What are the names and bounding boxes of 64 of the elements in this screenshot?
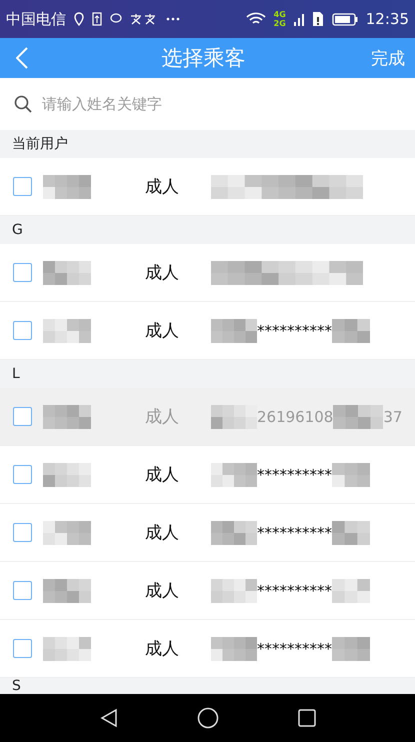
signal-icon: [294, 12, 304, 26]
battery-icon: [332, 12, 358, 26]
id-number-text: **********: [257, 524, 332, 542]
page-title: 选择乘客: [160, 45, 246, 72]
pixelated-drawing: [332, 462, 370, 486]
location-icon: [74, 12, 84, 26]
pixelated-drawing: [211, 318, 257, 342]
passenger-type: 成人: [145, 262, 180, 284]
search-icon: [14, 95, 32, 113]
carrier-name: 中国电信: [6, 10, 66, 28]
checkbox[interactable]: [13, 581, 32, 600]
notification-icon: [92, 12, 102, 26]
pixelated-drawing: [43, 260, 91, 284]
checkbox[interactable]: [13, 639, 32, 658]
id-number-text: 37: [383, 408, 402, 426]
id-number-text: **********: [257, 322, 332, 340]
passenger-type: 成人: [145, 522, 180, 544]
recent-apps-icon[interactable]: [298, 709, 316, 727]
wifi-icon: [246, 12, 266, 26]
passenger-type: 成人: [145, 176, 180, 198]
network-label: 4G: [274, 10, 286, 19]
checkbox[interactable]: [13, 321, 32, 340]
passenger-type: 成人: [145, 638, 180, 660]
pixelated-drawing: [333, 404, 384, 428]
back-icon[interactable]: [99, 708, 120, 728]
pixelated-drawing: [332, 520, 370, 544]
pixelated-drawing: [43, 404, 91, 428]
pixelated-drawing: [332, 578, 370, 602]
pixelated-drawing: [332, 636, 370, 660]
more-icon: [166, 17, 180, 21]
pixelated-drawing: [211, 578, 257, 602]
id-number-text: **********: [257, 582, 332, 600]
pixelated-drawing: [211, 520, 257, 544]
checkbox[interactable]: [13, 177, 32, 196]
section-header: G: [12, 222, 23, 238]
pixelated-drawing: [211, 404, 257, 428]
pixelated-drawing: [211, 636, 257, 660]
section-header: 当前用户: [12, 135, 68, 153]
pixelated-drawing: [211, 462, 257, 486]
home-icon[interactable]: [197, 707, 220, 729]
id-number-text: 26196108: [257, 408, 334, 426]
sim-card-icon: [312, 11, 324, 27]
section-header: S: [12, 678, 21, 694]
passenger-type: 成人: [145, 464, 180, 486]
passenger-type: 成人: [145, 580, 180, 602]
checkbox[interactable]: [13, 465, 32, 484]
checkbox[interactable]: [13, 263, 32, 282]
id-number-text: **********: [257, 466, 332, 484]
checkbox[interactable]: [13, 523, 32, 542]
passenger-type: 成人: [145, 320, 180, 342]
id-number-text: **********: [257, 640, 332, 658]
passenger-type: 成人: [145, 406, 180, 428]
network-label: 2G: [274, 19, 286, 28]
pixelated-drawing: [43, 578, 91, 602]
pixelated-drawing: [43, 636, 91, 660]
section-header: L: [12, 366, 20, 382]
pixelated-drawing: [43, 520, 91, 544]
pixelated-drawing: [332, 318, 370, 342]
pixelated-drawing: [43, 462, 91, 486]
clock-time: 12:35: [366, 10, 409, 28]
pixelated-drawing: [43, 174, 91, 198]
app-icon: [130, 13, 158, 25]
pixelated-drawing: [43, 318, 91, 342]
chat-icon: [110, 13, 122, 25]
